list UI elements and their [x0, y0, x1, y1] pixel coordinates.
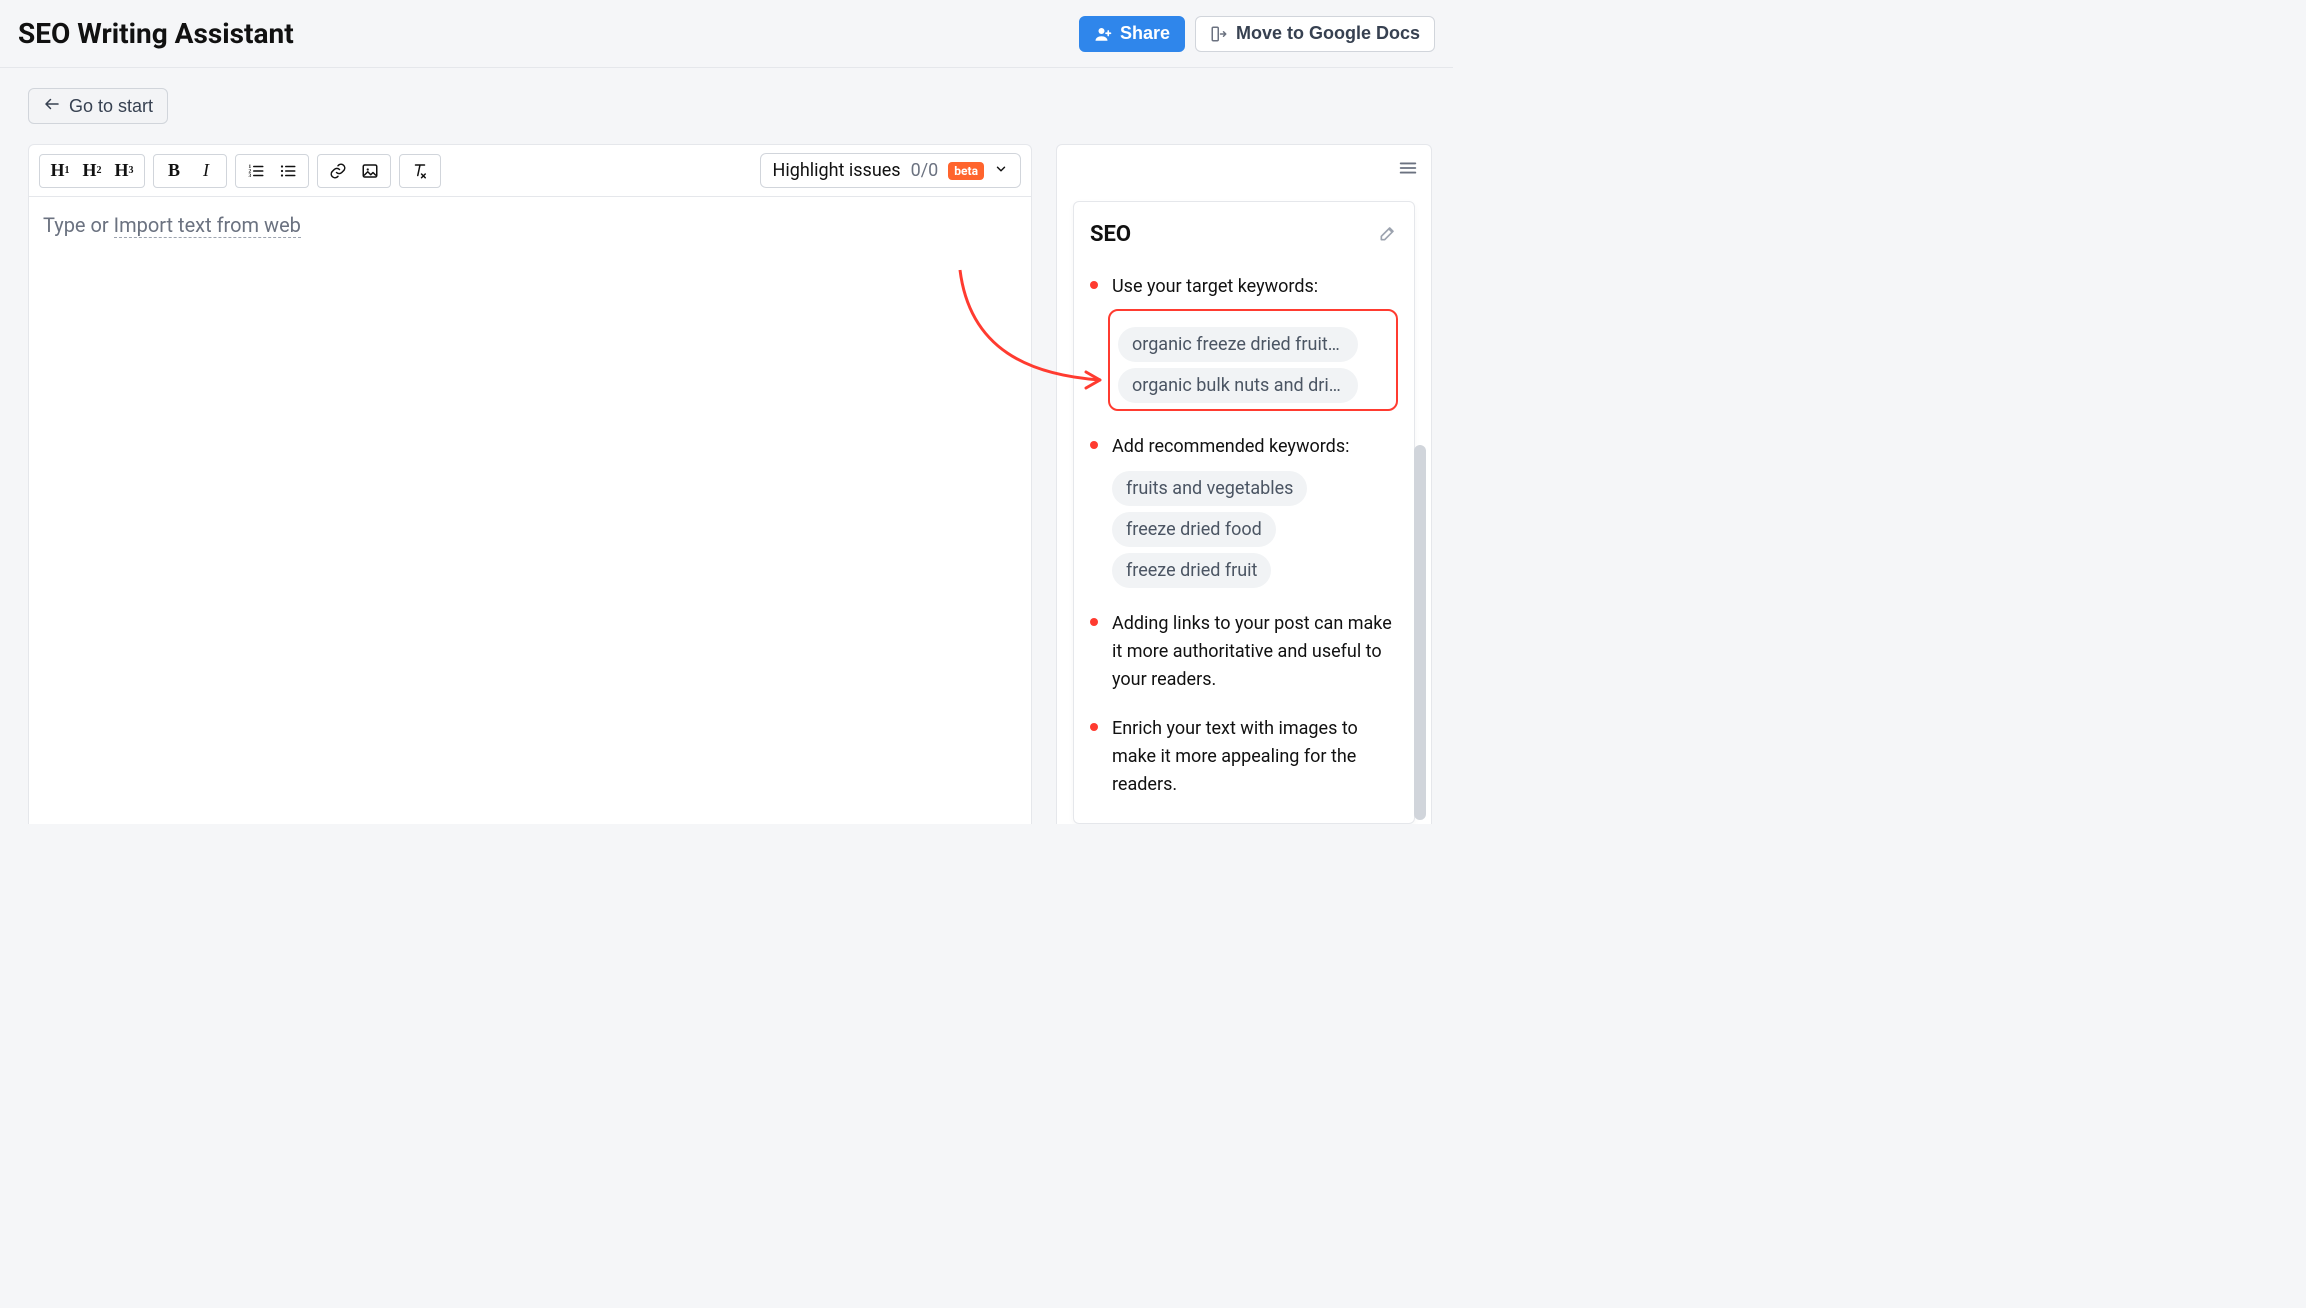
link-button[interactable]	[324, 159, 352, 183]
bullet-icon	[1090, 281, 1098, 289]
import-from-web-link[interactable]: Import text from web	[114, 213, 301, 238]
editor-panel: H1 H2 H3 B I 123	[28, 144, 1032, 824]
bold-button[interactable]: B	[160, 159, 188, 183]
image-button[interactable]	[356, 159, 384, 183]
target-keyword-pill[interactable]: organic freeze dried fruit bulk	[1118, 327, 1358, 362]
highlight-issues-dropdown[interactable]: Highlight issues 0/0 beta	[760, 153, 1021, 188]
target-keywords-label: Use your target keywords:	[1112, 273, 1398, 301]
text-style-group: B I	[153, 154, 227, 188]
edit-icon[interactable]	[1378, 223, 1398, 247]
bullet-icon	[1090, 723, 1098, 731]
editor-placeholder: Type or Import text from web	[43, 213, 301, 238]
share-button[interactable]: Share	[1079, 16, 1185, 52]
list-group: 123	[235, 154, 309, 188]
scrollbar[interactable]	[1414, 445, 1426, 820]
seo-card-title: SEO	[1090, 222, 1131, 247]
clear-formatting-button[interactable]	[406, 159, 434, 183]
editor-textarea[interactable]: Type or Import text from web	[29, 197, 1031, 824]
ordered-list-button[interactable]: 123	[242, 159, 270, 183]
seo-tip-links: Adding links to your post can make it mo…	[1112, 610, 1398, 694]
arrow-left-icon	[43, 95, 61, 118]
move-to-gdocs-button[interactable]: Move to Google Docs	[1195, 16, 1435, 52]
h1-button[interactable]: H1	[46, 159, 74, 183]
chevron-down-icon	[994, 161, 1008, 180]
insert-group	[317, 154, 391, 188]
seo-tip-images: Enrich your text with images to make it …	[1112, 715, 1398, 799]
h3-button[interactable]: H3	[110, 159, 138, 183]
recommended-keyword-pill[interactable]: freeze dried fruit	[1112, 553, 1271, 588]
export-icon	[1210, 25, 1228, 43]
seo-card: SEO Use your target keywords: organic fr…	[1073, 201, 1415, 824]
clear-group	[399, 154, 441, 188]
share-button-label: Share	[1120, 23, 1170, 44]
italic-button[interactable]: I	[192, 159, 220, 183]
bullet-icon	[1090, 441, 1098, 449]
page-title: SEO Writing Assistant	[18, 17, 294, 50]
recommended-keyword-pill[interactable]: freeze dried food	[1112, 512, 1276, 547]
bullet-icon	[1090, 618, 1098, 626]
recommended-keyword-pill[interactable]: fruits and vegetables	[1112, 471, 1307, 506]
highlight-issues-label: Highlight issues	[773, 160, 901, 181]
panel-menu-button[interactable]	[1397, 157, 1419, 183]
svg-text:3: 3	[249, 173, 252, 179]
heading-group: H1 H2 H3	[39, 154, 145, 188]
side-panel: SEO Use your target keywords: organic fr…	[1056, 144, 1432, 824]
go-to-start-label: Go to start	[69, 96, 153, 117]
go-to-start-button[interactable]: Go to start	[28, 88, 168, 124]
target-keywords-highlight-box: organic freeze dried fruit bulk organic …	[1108, 309, 1398, 411]
person-add-icon	[1094, 25, 1112, 43]
move-to-gdocs-label: Move to Google Docs	[1236, 23, 1420, 44]
h2-button[interactable]: H2	[78, 159, 106, 183]
highlight-issues-count: 0/0	[911, 160, 939, 181]
unordered-list-button[interactable]	[274, 159, 302, 183]
recommended-keywords-label: Add recommended keywords:	[1112, 433, 1398, 461]
beta-badge: beta	[948, 162, 984, 180]
target-keyword-pill[interactable]: organic bulk nuts and dried fruit	[1118, 368, 1358, 403]
